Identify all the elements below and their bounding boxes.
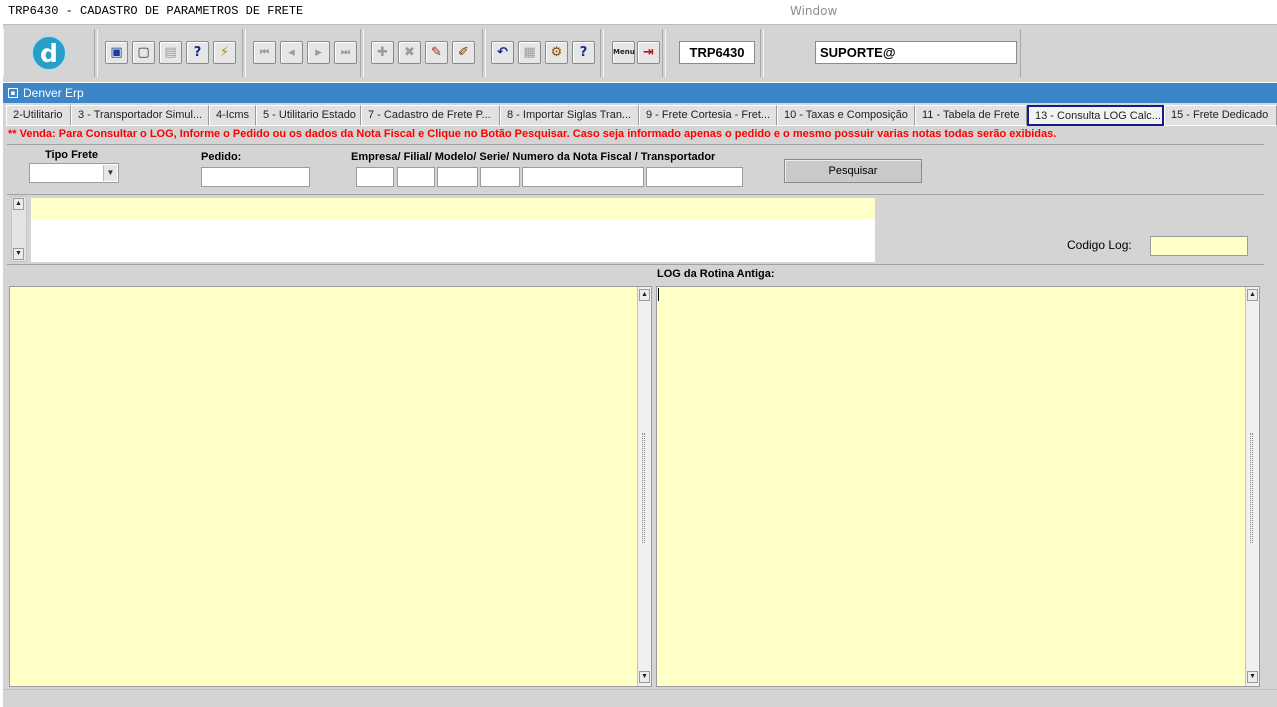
execute-query-icon: ⚡ — [219, 45, 230, 60]
insert-record-icon: ✚ — [377, 45, 388, 60]
clipboard-button[interactable]: ▦ — [518, 41, 541, 64]
next-record-button[interactable]: ▸ — [307, 41, 330, 64]
result-list[interactable] — [31, 198, 875, 262]
scroll-grip[interactable] — [1250, 433, 1253, 543]
first-record-icon: ⏮ — [260, 47, 269, 58]
tab-utilitario[interactable]: 2-Utilitario — [6, 105, 71, 126]
log-old-scrollbar[interactable]: ▲ ▼ — [1245, 287, 1259, 686]
help-icon: ? — [579, 45, 588, 60]
mdi-window-icon[interactable]: ▪ — [8, 88, 18, 98]
tab-utilitario-estado[interactable]: 5 - Utilitario Estado — [256, 105, 361, 126]
text-caret — [658, 288, 659, 301]
exit-button[interactable]: ⇥ — [637, 41, 660, 64]
undo-button[interactable]: ↶ — [491, 41, 514, 64]
codigo-log-label: Codigo Log: — [1067, 238, 1132, 252]
insert-record-button[interactable]: ✚ — [371, 41, 394, 64]
tab-consulta-log[interactable]: 13 - Consulta LOG Calc... — [1027, 105, 1164, 126]
previous-record-icon: ◂ — [288, 45, 295, 60]
scroll-down-icon[interactable]: ▼ — [1247, 671, 1258, 683]
tipo-frete-label: Tipo Frete — [45, 149, 98, 161]
print-icon: ▤ — [164, 45, 177, 60]
tab-tabela-frete[interactable]: 11 - Tabela de Frete — [915, 105, 1027, 126]
tipo-frete-select[interactable]: ▼ — [29, 163, 119, 183]
modelo-input[interactable] — [437, 167, 478, 187]
divider-top — [7, 144, 1264, 145]
logo-letter: d — [40, 39, 58, 68]
tab-icms[interactable]: 4-Icms — [209, 105, 256, 126]
chevron-down-icon[interactable]: ▼ — [103, 165, 117, 181]
pesquisar-button[interactable]: Pesquisar — [784, 159, 922, 183]
print-button[interactable]: ▤ — [159, 41, 182, 64]
codigo-log-input[interactable] — [1150, 236, 1248, 256]
window-button[interactable]: ▢ — [132, 41, 155, 64]
tab-strip: 2-Utilitario 3 - Transportador Simul... … — [3, 103, 1277, 127]
tools-button[interactable]: ⚙ — [545, 41, 568, 64]
tab-cadastro-frete[interactable]: 7 - Cadastro de Frete P... — [361, 105, 500, 126]
list-item[interactable] — [31, 198, 875, 219]
last-record-button[interactable]: ⏭ — [334, 41, 357, 64]
delete-record-button[interactable]: ✖ — [398, 41, 421, 64]
divider-middle — [7, 194, 1264, 195]
bottom-status-bar — [3, 689, 1277, 707]
query-help-button[interactable]: ? — [186, 41, 209, 64]
instruction-warning: ** Venda: Para Consultar o LOG, Informe … — [8, 128, 1057, 140]
mdi-window-title: Denver Erp — [23, 86, 84, 100]
scroll-up-icon[interactable]: ▲ — [13, 198, 24, 210]
tab-importar-siglas[interactable]: 8 - Importar Siglas Tran... — [500, 105, 639, 126]
pedido-label: Pedido: — [201, 151, 242, 163]
menu-button[interactable]: Menu — [612, 41, 635, 64]
help-button[interactable]: ? — [572, 41, 595, 64]
edit-pencil-icon: ✐ — [458, 45, 469, 60]
divider-log — [7, 264, 1264, 265]
numero-nota-fiscal-input[interactable] — [522, 167, 644, 187]
transportador-input[interactable] — [646, 167, 743, 187]
next-record-icon: ▸ — [315, 45, 322, 60]
previous-record-button[interactable]: ◂ — [280, 41, 303, 64]
delete-record-icon: ✖ — [404, 45, 415, 60]
window-icon: ▢ — [137, 45, 150, 60]
scroll-grip[interactable] — [642, 433, 645, 543]
edit-button[interactable]: ✎ — [425, 41, 448, 64]
main-toolbar: d ▣ ▢ ▤ ? ⚡ ⏮ ◂ ▸ ⏭ ✚ ✖ ✎ ✐ ↶ ▦ ⚙ ? Menu… — [3, 24, 1277, 82]
user-field: SUPORTE@ — [815, 41, 1017, 64]
log-new-textarea[interactable]: ▲ ▼ — [9, 286, 652, 687]
last-record-icon: ⏭ — [341, 47, 350, 58]
exit-icon: ⇥ — [643, 45, 654, 60]
scroll-down-icon[interactable]: ▼ — [13, 248, 24, 260]
scroll-up-icon[interactable]: ▲ — [639, 289, 650, 301]
clipboard-icon: ▦ — [523, 45, 536, 60]
pedido-input[interactable] — [201, 167, 310, 187]
filial-input[interactable] — [397, 167, 435, 187]
edit-icon: ✎ — [431, 45, 442, 60]
tools-icon: ⚙ — [550, 45, 563, 60]
tab-taxas-composicao[interactable]: 10 - Taxas e Composição — [777, 105, 915, 126]
scroll-up-icon[interactable]: ▲ — [1247, 289, 1258, 301]
query-help-icon: ? — [193, 45, 202, 60]
empresa-input[interactable] — [356, 167, 394, 187]
denver-logo: d — [31, 35, 67, 71]
serie-input[interactable] — [480, 167, 520, 187]
log-rotina-antiga-label: LOG da Rotina Antiga: — [657, 268, 775, 280]
first-record-button[interactable]: ⏮ — [253, 41, 276, 64]
tab-transportador-simul[interactable]: 3 - Transportador Simul... — [71, 105, 209, 126]
save-icon: ▣ — [110, 45, 123, 60]
edit-pencil-button[interactable]: ✐ — [452, 41, 475, 64]
scroll-down-icon[interactable]: ▼ — [639, 671, 650, 683]
window-title: TRP6430 - CADASTRO DE PARAMETROS DE FRET… — [8, 4, 304, 18]
undo-icon: ↶ — [497, 45, 508, 60]
mdi-window-titlebar: ▪ Denver Erp — [3, 83, 1277, 103]
nota-fiscal-label: Empresa/ Filial/ Modelo/ Serie/ Numero d… — [351, 151, 716, 163]
tab-frete-cortesia[interactable]: 9 - Frete Cortesia - Fret... — [639, 105, 777, 126]
log-new-scrollbar[interactable]: ▲ ▼ — [637, 287, 651, 686]
menu-icon: Menu — [613, 48, 635, 56]
execute-query-button[interactable]: ⚡ — [213, 41, 236, 64]
window-titlebar: TRP6430 - CADASTRO DE PARAMETROS DE FRET… — [0, 0, 1277, 24]
result-list-scrollbar[interactable]: ▲ ▼ — [11, 196, 27, 262]
program-code-field: TRP6430 — [679, 41, 755, 64]
save-button[interactable]: ▣ — [105, 41, 128, 64]
log-old-textarea[interactable]: ▲ ▼ — [656, 286, 1260, 687]
tab-frete-dedicado[interactable]: 15 - Frete Dedicado — [1164, 105, 1277, 126]
window-menu-caption[interactable]: Window — [790, 4, 837, 18]
